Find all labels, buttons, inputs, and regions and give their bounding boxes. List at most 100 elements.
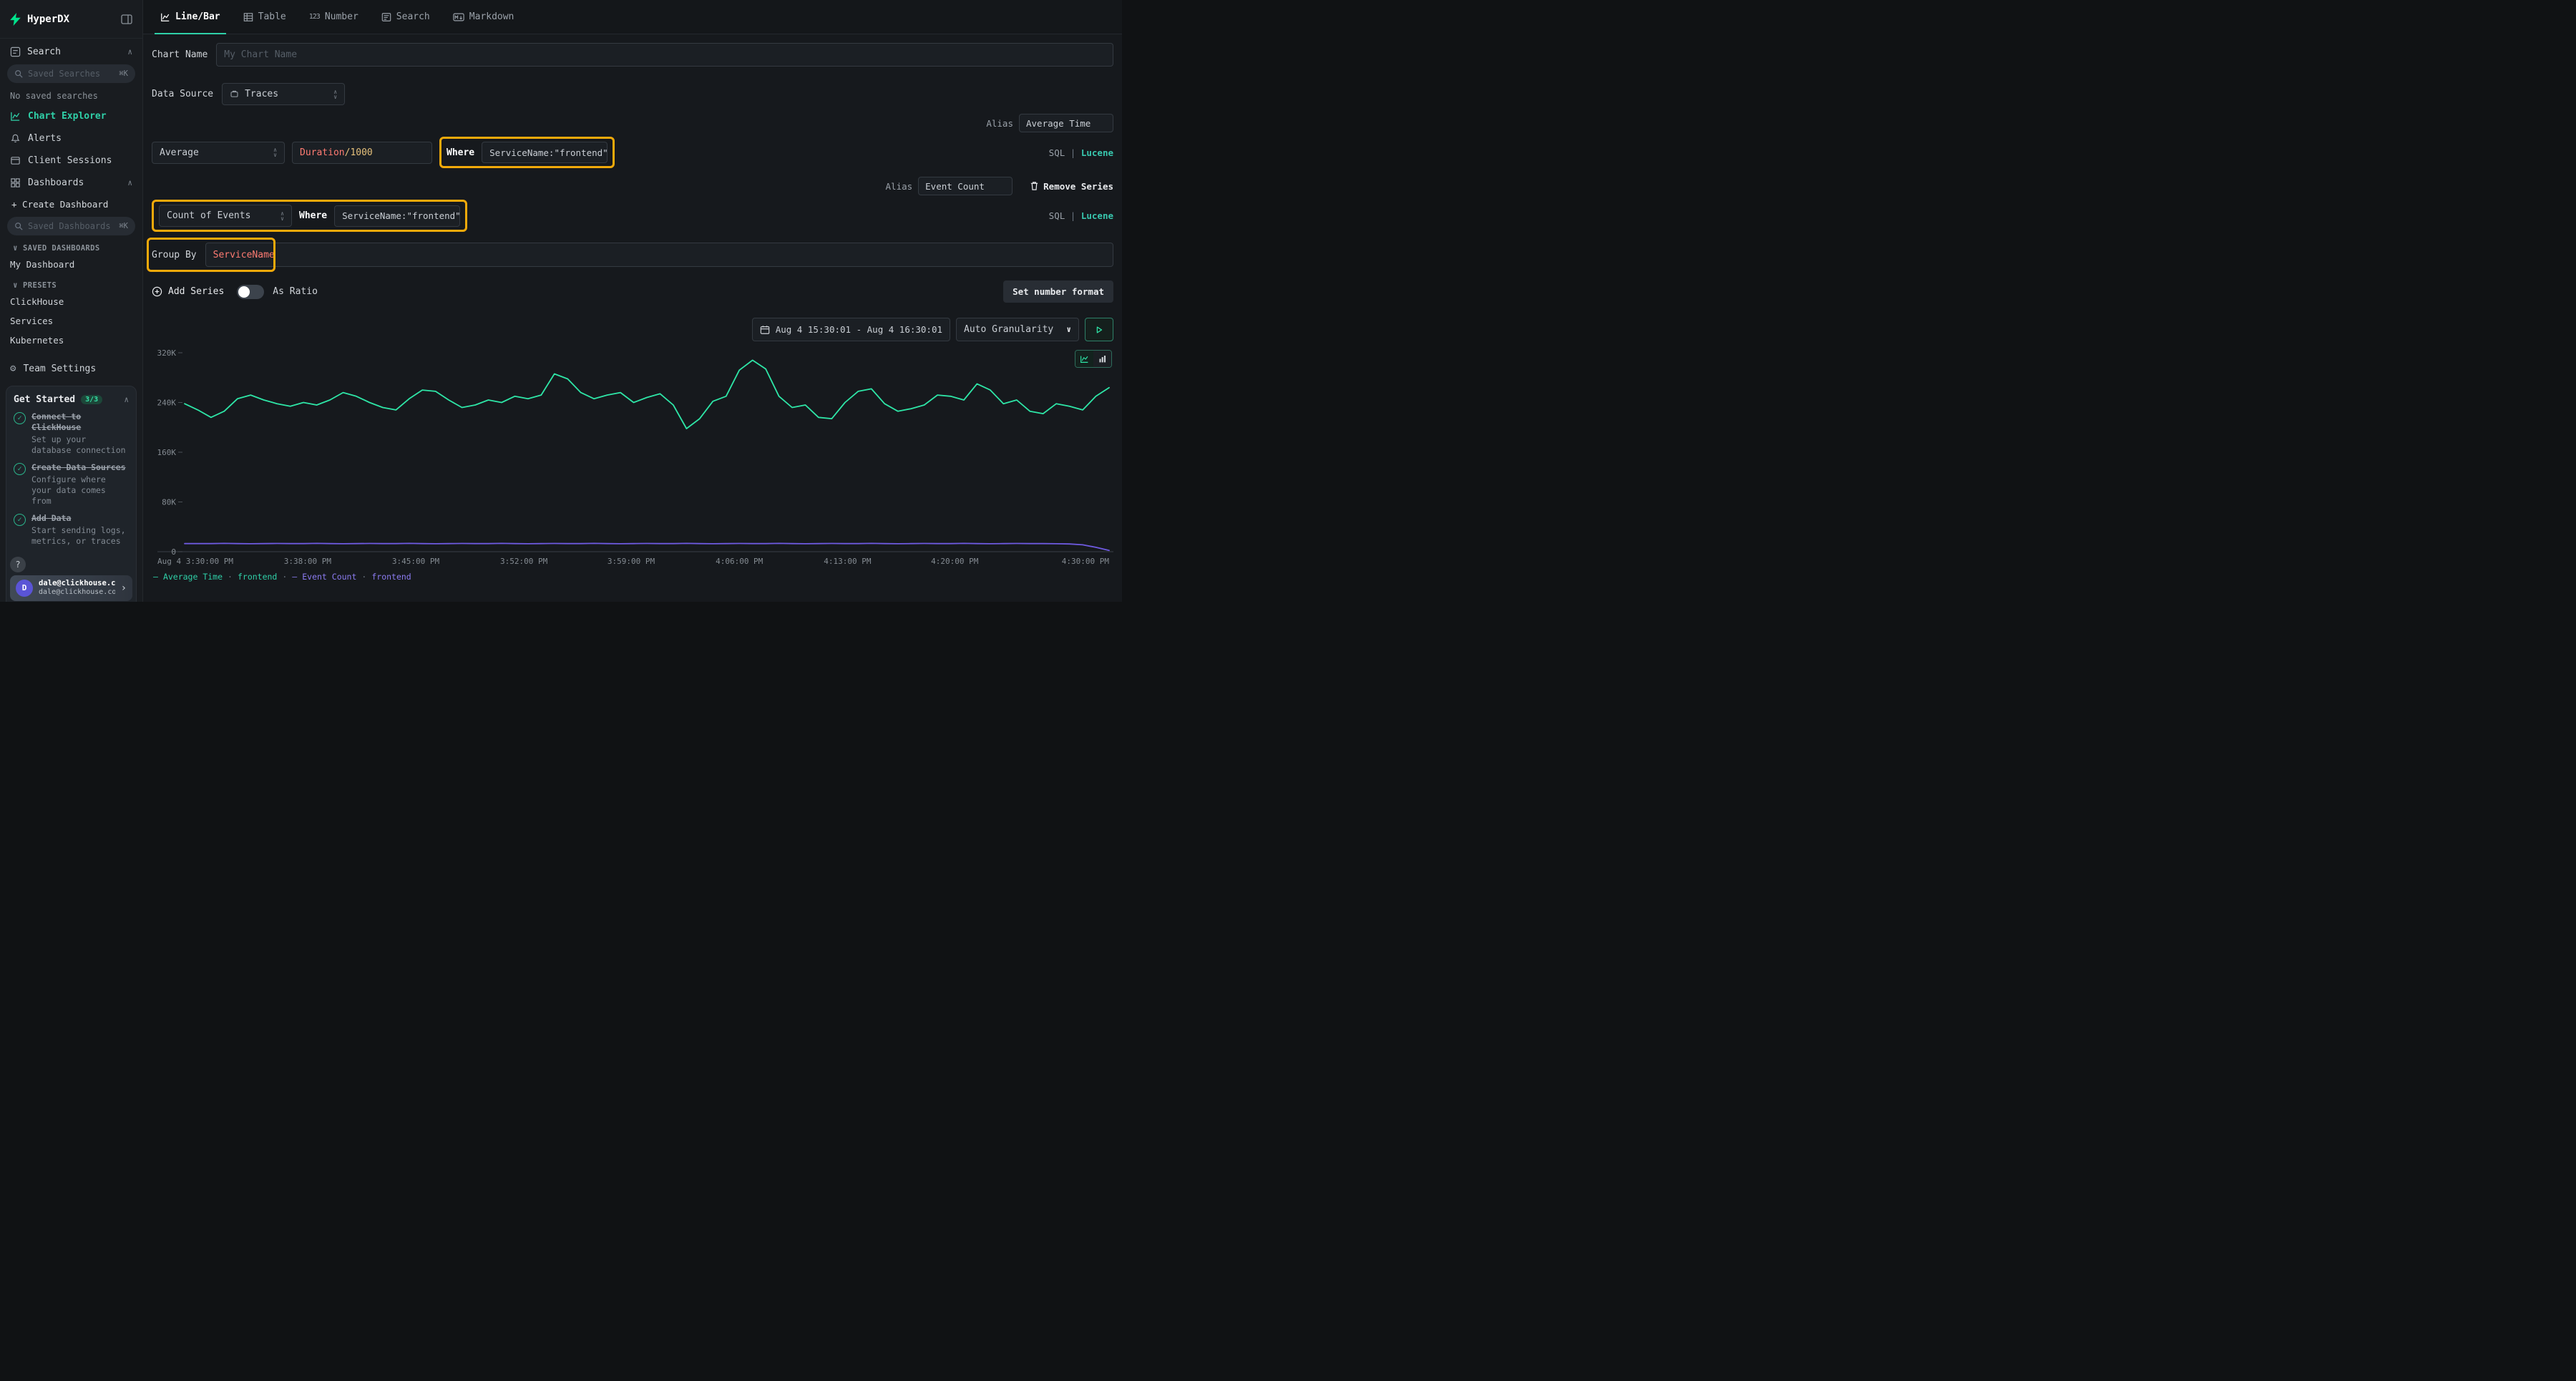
tab-line-bar[interactable]: Line/Bar — [149, 0, 232, 34]
as-ratio-toggle[interactable] — [237, 285, 264, 299]
chart-name-input[interactable]: My Chart Name — [216, 43, 1113, 67]
main-area: Line/Bar Table 123 Number Search Markdow… — [143, 0, 1122, 602]
remove-series-button[interactable]: Remove Series — [1030, 181, 1113, 192]
chart-explorer-icon — [10, 111, 21, 122]
checklist-item-adddata[interactable]: ✓ Add Data Start sending logs, metrics, … — [14, 513, 129, 547]
select-chevrons-icon: ∧∨ — [333, 89, 337, 99]
calendar-icon — [760, 325, 770, 335]
sidebar-item-label: Dashboards — [28, 177, 120, 188]
date-range-picker[interactable]: Aug 4 15:30:01 - Aug 4 16:30:01 — [752, 318, 950, 341]
presets-group[interactable]: ∨ PRESETS — [0, 274, 142, 292]
legend-separator: · — [361, 572, 366, 582]
where-input[interactable]: ServiceName:"frontend" — [482, 142, 608, 163]
tab-number[interactable]: 123 Number — [298, 0, 370, 34]
language-switch[interactable]: SQL | Lucene — [1049, 147, 1113, 158]
saved-dashboards-group[interactable]: ∨ SAVED DASHBOARDS — [0, 237, 142, 255]
presets-header: PRESETS — [23, 281, 57, 290]
alias-label: Alias — [886, 181, 913, 192]
legend-series-name: Event Count — [302, 572, 356, 582]
chart-name-label: Chart Name — [152, 49, 208, 60]
tab-markdown[interactable]: Markdown — [441, 0, 526, 34]
play-icon — [1094, 325, 1104, 335]
create-dashboard-button[interactable]: + Create Dashboard — [0, 194, 142, 215]
plus-circle-icon — [152, 286, 162, 297]
series-highlight-annotation: Count of Events ∧∨ Where ServiceName:"fr… — [152, 200, 467, 232]
chevron-up-icon[interactable]: ∧ — [124, 395, 129, 404]
group-by-input[interactable]: ServiceName — [205, 243, 1113, 267]
set-number-format-button[interactable]: Set number format — [1003, 280, 1113, 303]
chart-editor: Chart Name My Chart Name Data Source Tra… — [143, 34, 1122, 602]
sidebar-item-client-sessions[interactable]: Client Sessions — [0, 150, 142, 172]
preset-item-kubernetes[interactable]: Kubernetes — [0, 331, 142, 350]
field-token: Duration — [300, 147, 345, 158]
dashboard-item-my-dashboard[interactable]: My Dashboard — [0, 255, 142, 274]
as-ratio-label: As Ratio — [273, 286, 318, 297]
alias-input[interactable]: Event Count — [918, 177, 1013, 195]
sidebar-item-dashboards[interactable]: Dashboards ∧ — [0, 172, 142, 194]
saved-dashboards-input[interactable]: Saved Dashboards ⌘K — [7, 217, 135, 235]
markdown-icon — [453, 12, 464, 22]
legend-group-name: frontend — [238, 572, 277, 582]
svg-text:3:52:00 PM: 3:52:00 PM — [500, 557, 548, 566]
check-circle-icon: ✓ — [14, 463, 26, 475]
checklist-desc: Configure where your data comes from — [31, 474, 129, 507]
timeseries-chart[interactable]: 080K160K240K320KAug 4 3:30:00 PM3:38:00 … — [152, 344, 1113, 570]
checklist-title: Add Data — [31, 513, 71, 523]
add-series-button[interactable]: Add Series — [152, 286, 224, 297]
tab-label: Number — [325, 11, 358, 22]
chevron-down-icon: ∨ — [13, 280, 18, 290]
where-label: Where — [299, 210, 327, 221]
tab-search[interactable]: Search — [370, 0, 441, 34]
field-input[interactable]: Duration/1000 — [292, 142, 432, 164]
chevron-up-icon[interactable]: ∧ — [127, 47, 132, 57]
alias-input[interactable]: Average Time — [1019, 114, 1113, 132]
get-started-header[interactable]: Get Started 3/3 ∧ — [14, 394, 129, 405]
where-input[interactable]: ServiceName:"frontend" — [334, 205, 460, 227]
aggregation-select[interactable]: Average ∧∨ — [152, 142, 285, 164]
where-value: ServiceName:"frontend" — [342, 210, 461, 221]
toggle-knob — [238, 286, 250, 298]
help-button[interactable]: ? — [10, 557, 26, 572]
checklist-item-datasources[interactable]: ✓ Create Data Sources Configure where yo… — [14, 462, 129, 507]
aggregation-select[interactable]: Count of Events ∧∨ — [159, 205, 292, 227]
legend-item-event-count[interactable]: — Event Count · frontend — [292, 572, 411, 582]
language-switch[interactable]: SQL | Lucene — [1049, 210, 1113, 221]
sidebar-item-label: Chart Explorer — [28, 111, 132, 122]
preset-item-clickhouse[interactable]: ClickHouse — [0, 292, 142, 311]
search-icon — [14, 69, 23, 78]
sidebar-item-chart-explorer[interactable]: Chart Explorer — [0, 105, 142, 127]
collapse-sidebar-icon[interactable] — [121, 14, 132, 24]
tab-table[interactable]: Table — [232, 0, 298, 34]
line-chart-icon — [160, 12, 170, 22]
chart-name-placeholder: My Chart Name — [224, 49, 297, 60]
legend-group-name: frontend — [371, 572, 411, 582]
legend-item-average-time[interactable]: — Average Time · frontend — [153, 572, 277, 582]
get-started-card: Get Started 3/3 ∧ ✓ Connect to ClickHous… — [6, 386, 137, 602]
run-query-button[interactable] — [1085, 318, 1113, 341]
svg-text:160K: 160K — [157, 448, 177, 457]
aggregation-value: Average — [160, 147, 199, 158]
sidebar-item-team-settings[interactable]: ⚙ Team Settings — [0, 357, 142, 380]
preset-item-services[interactable]: Services — [0, 311, 142, 331]
chevron-up-icon[interactable]: ∧ — [127, 178, 132, 187]
sidebar-item-alerts[interactable]: Alerts — [0, 127, 142, 150]
checklist-desc: Set up your database connection — [31, 434, 129, 456]
granularity-select[interactable]: Auto Granularity ∨ — [956, 318, 1079, 341]
tab-label: Markdown — [469, 11, 514, 22]
sidebar-section-search[interactable]: Search ∧ — [0, 39, 142, 63]
line-display-button[interactable] — [1075, 351, 1093, 367]
data-source-select[interactable]: Traces ∧∨ — [222, 83, 345, 105]
saved-dashboards-header: SAVED DASHBOARDS — [23, 244, 100, 253]
svg-text:320K: 320K — [157, 348, 177, 358]
tab-label: Table — [258, 11, 286, 22]
lucene-option: Lucene — [1081, 147, 1113, 158]
bar-display-button[interactable] — [1093, 351, 1111, 367]
saved-searches-input[interactable]: Saved Searches ⌘K — [7, 64, 135, 83]
svg-text:4:20:00 PM: 4:20:00 PM — [931, 557, 979, 566]
user-menu[interactable]: D dale@clickhouse.com dale@clickhouse.co… — [10, 575, 132, 601]
trash-icon — [1030, 181, 1039, 191]
checklist-item-connect[interactable]: ✓ Connect to ClickHouse Set up your data… — [14, 411, 129, 456]
svg-text:4:30:00 PM: 4:30:00 PM — [1062, 557, 1110, 566]
line-chart-icon — [1080, 354, 1089, 363]
alias-label: Alias — [986, 118, 1013, 129]
